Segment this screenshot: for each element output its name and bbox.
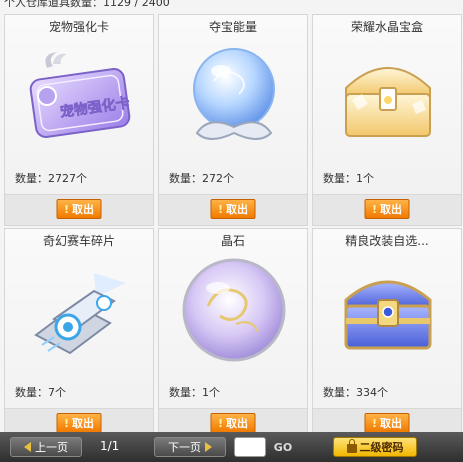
crystal-stone-icon (174, 251, 294, 369)
item-title: 晶石 (220, 234, 245, 248)
energy-orb-icon (174, 37, 294, 155)
page-indicator: 1/1 (100, 439, 120, 453)
take-out-button[interactable]: ! 取出 (56, 413, 102, 433)
item-qty: 数量：7个 (15, 386, 66, 399)
item-card-kart-fragment[interactable]: 奇幻赛车碎片 数量：7个 ! 取出 (4, 228, 154, 440)
exclamation-icon: ! (63, 416, 70, 430)
item-card-pet-enhance-card[interactable]: 宠物强化卡 宠物强化卡 数量：2727个 ! 取出 (4, 14, 154, 226)
item-qty: 数量：334个 (323, 386, 388, 399)
exclamation-icon: ! (63, 202, 70, 216)
item-card-fine-mod-select[interactable]: 精良改装自选... 数量：334个 ! 取出 (312, 228, 462, 440)
page-number-input[interactable] (234, 437, 266, 457)
item-footer: ! 取出 (313, 194, 461, 225)
item-title: 荣耀水晶宝盒 (350, 20, 423, 34)
item-title: 夺宝能量 (208, 20, 257, 34)
lock-icon (346, 439, 357, 453)
exclamation-icon: ! (371, 416, 378, 430)
item-title: 奇幻赛车碎片 (42, 234, 115, 248)
go-button[interactable]: GO (270, 437, 296, 457)
take-out-button[interactable]: ! 取出 (56, 199, 102, 219)
pagination-bar: 上一页 1/1 下一页 GO 二级密码 (0, 432, 463, 462)
item-qty: 数量：272个 (169, 172, 234, 185)
crystal-chest-icon (328, 37, 448, 155)
item-card-treasure-energy[interactable]: 夺宝能量 数量：272个 ! 取出 (158, 14, 308, 226)
item-qty: 数量：1个 (323, 172, 374, 185)
item-qty: 数量：2727个 (15, 172, 87, 185)
item-qty: 数量：1个 (169, 386, 220, 399)
item-card-crystal-stone[interactable]: 晶石 数量：1个 ! 取出 (158, 228, 308, 440)
exclamation-icon: ! (217, 202, 224, 216)
item-title: 宠物强化卡 (48, 20, 109, 34)
pet-enhance-card-icon: 宠物强化卡 (20, 37, 140, 155)
take-out-button[interactable]: ! 取出 (210, 199, 256, 219)
next-page-button[interactable]: 下一页 (154, 437, 226, 457)
item-title: 精良改装自选... (345, 234, 429, 248)
take-out-button[interactable]: ! 取出 (364, 199, 410, 219)
item-footer: ! 取出 (5, 194, 153, 225)
arrow-right-icon (205, 442, 212, 452)
take-out-button[interactable]: ! 取出 (364, 413, 410, 433)
exclamation-icon: ! (371, 202, 378, 216)
item-footer: ! 取出 (159, 194, 307, 225)
take-out-button[interactable]: ! 取出 (210, 413, 256, 433)
item-card-glory-crystal-chest[interactable]: 荣耀水晶宝盒 数量：1个 ! 取出 (312, 14, 462, 226)
warehouse-capacity-text: 个人仓库道具数量：1129 / 2400 (4, 0, 170, 9)
arrow-left-icon (24, 442, 31, 452)
secondary-password-button[interactable]: 二级密码 (333, 437, 417, 457)
kart-fragment-icon (20, 251, 140, 369)
prev-page-button[interactable]: 上一页 (10, 437, 82, 457)
exclamation-icon: ! (217, 416, 224, 430)
mod-chest-icon (328, 251, 448, 369)
